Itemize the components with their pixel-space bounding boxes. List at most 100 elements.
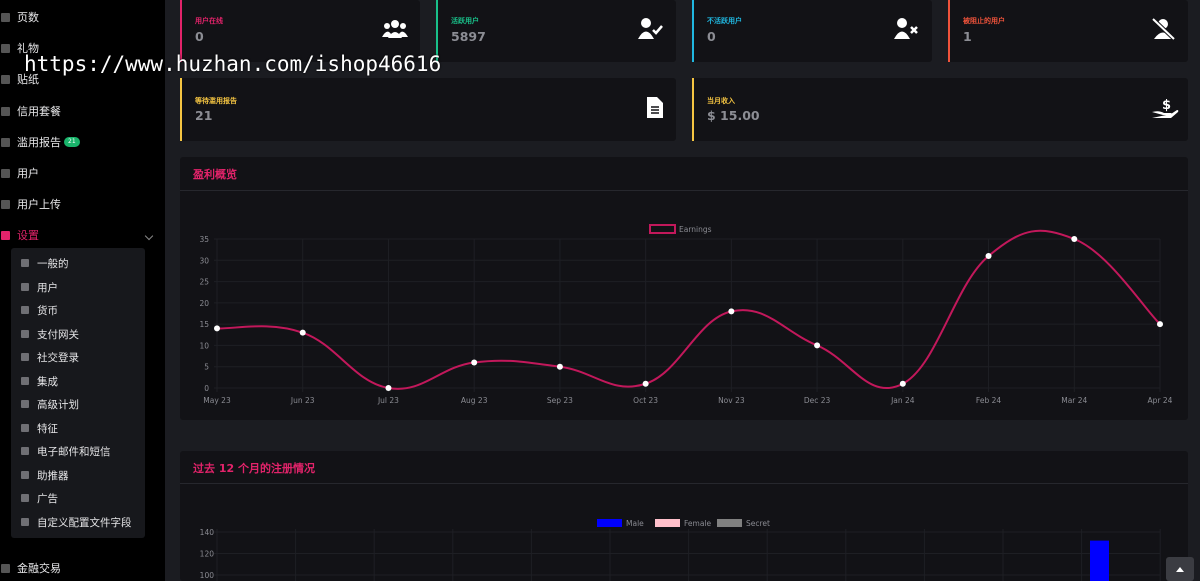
data-point	[385, 385, 392, 391]
sidebar-item-transactions[interactable]: 金融交易	[0, 557, 61, 579]
submenu-item-label: 特征	[37, 422, 58, 435]
svg-text:$: $	[1162, 98, 1171, 113]
data-point	[299, 329, 306, 336]
card-label: 被阻止的用户	[963, 17, 1005, 25]
card-value: $ 15.00	[707, 108, 760, 123]
sidebar-item-label: 信用套餐	[17, 105, 61, 118]
submenu-item-custom-profile-fields[interactable]: 自定义配置文件字段	[21, 512, 132, 532]
legend-swatch	[655, 519, 680, 527]
card-value: 5897	[451, 29, 486, 44]
y-tick-label: 5	[204, 363, 209, 372]
sidebar-item-label: 用户上传	[17, 198, 61, 211]
legend-swatch	[717, 519, 742, 527]
legend-label: Secret	[746, 519, 770, 528]
abuse-count-badge: 21	[64, 137, 80, 147]
submenu-item-label: 广告	[37, 492, 58, 505]
gift-icon	[1, 43, 10, 53]
data-point	[899, 380, 906, 387]
submenu-item-users[interactable]: 用户	[21, 277, 58, 297]
data-point	[728, 308, 735, 315]
submenu-item-label: 自定义配置文件字段	[37, 516, 132, 529]
data-point	[1071, 236, 1078, 242]
card-accent	[692, 78, 694, 141]
data-point	[814, 342, 821, 349]
card-value: 1	[963, 29, 972, 44]
submenu-item-label: 社交登录	[37, 351, 79, 364]
sidebar-item-users[interactable]: 用户	[0, 162, 39, 184]
submenu-item-label: 电子邮件和短信	[37, 445, 111, 458]
chevron-down-icon[interactable]	[144, 231, 154, 241]
hand-dollar-icon: $	[1151, 97, 1179, 122]
sidebar-item-user-uploads[interactable]: 用户上传	[0, 193, 61, 215]
user-check-icon	[638, 18, 664, 43]
submenu-item-features[interactable]: 特征	[21, 418, 58, 438]
user-slash-icon	[1150, 17, 1176, 43]
x-tick-label: Apr 24	[1148, 396, 1173, 405]
y-tick-label: 25	[199, 278, 209, 287]
submenu-item-social-login[interactable]: 社交登录	[21, 347, 79, 367]
submenu-item-label: 助推器	[37, 469, 69, 482]
sidebar-item-abuse-reports[interactable]: 滥用报告 21	[0, 131, 80, 153]
sidebar-item-credit-packages[interactable]: 信用套餐	[0, 100, 61, 122]
sidebar: 页数 礼物 贴纸 信用套餐 滥用报告 21 用户 用户上传 设置 一般的 用户 货…	[0, 0, 165, 581]
file-icon	[1, 12, 10, 22]
registrations-panel: 过去 12 个月的注册情况 100 120 140 Male Female Secret	[180, 451, 1188, 581]
submenu-item-label: 货币	[37, 304, 58, 317]
money-icon	[21, 306, 29, 314]
y-tick-label: 140	[200, 528, 215, 537]
watermark-text: https://www.huzhan.com/ishop46616	[24, 52, 442, 76]
rocket-icon	[21, 471, 29, 479]
sidebar-item-label: 滥用报告	[17, 136, 61, 149]
flag-icon	[1, 137, 10, 147]
submenu-item-label: 集成	[37, 375, 58, 388]
list-icon	[21, 424, 29, 432]
stat-card-pending-abuse-reports: 等待滥用报告 21	[180, 78, 676, 141]
submenu-item-label: 用户	[37, 281, 58, 294]
sidebar-item-settings[interactable]: 设置	[0, 224, 39, 246]
legend-label: Earnings	[679, 225, 712, 234]
user-icon	[21, 283, 29, 291]
earnings-line-chart: 0 5 10 15 20 25 30 35 May 23 Jun 23 Jul 23 Aug 23 Se…	[199, 224, 1173, 405]
card-value: 21	[195, 108, 213, 123]
submenu-item-label: 支付网关	[37, 328, 79, 341]
x-tick-label: Nov 23	[718, 396, 745, 405]
legend-label: Female	[684, 519, 712, 528]
registrations-bar-chart: 100 120 140 Male Female Secret	[200, 519, 1161, 581]
data-point	[556, 363, 563, 370]
submenu-item-general[interactable]: 一般的	[21, 253, 69, 273]
submenu-item-boosters[interactable]: 助推器	[21, 465, 69, 485]
document-icon	[647, 97, 663, 121]
sidebar-item-label: 设置	[17, 229, 39, 242]
upload-icon	[1, 199, 10, 209]
y-tick-label: 30	[199, 256, 209, 265]
y-tick-label: 20	[199, 299, 209, 308]
y-tick-label: 100	[200, 571, 215, 580]
submenu-item-ads[interactable]: 广告	[21, 488, 58, 508]
scroll-to-top-button[interactable]	[1166, 557, 1194, 581]
card-label: 用户在线	[195, 17, 223, 25]
card-accent	[948, 0, 950, 62]
legend-label: Male	[626, 519, 644, 528]
x-tick-label: Dec 23	[804, 396, 831, 405]
card-value: 0	[707, 29, 716, 44]
submenu-item-premium-plans[interactable]: 高级计划	[21, 394, 79, 414]
y-tick-label: 15	[199, 320, 209, 329]
mail-icon	[21, 447, 29, 455]
male-bar	[1090, 540, 1109, 581]
sidebar-item-label: 金融交易	[17, 562, 61, 575]
x-tick-label: Jul 23	[377, 396, 399, 405]
y-tick-label: 0	[204, 384, 209, 393]
submenu-item-integrations[interactable]: 集成	[21, 371, 58, 391]
x-tick-label: Sep 23	[547, 396, 573, 405]
sidebar-item-pages[interactable]: 页数	[0, 6, 39, 28]
stat-card-active-users: 活跃用户 5897	[436, 0, 676, 62]
users-icon	[1, 168, 10, 178]
card-label: 不活跃用户	[707, 17, 742, 25]
data-point	[642, 380, 649, 387]
submenu-item-payment-gateways[interactable]: 支付网关	[21, 324, 79, 344]
bank-icon	[1, 563, 10, 573]
submenu-item-email-sms[interactable]: 电子邮件和短信	[21, 441, 111, 461]
submenu-item-currency[interactable]: 货币	[21, 300, 58, 320]
submenu-item-label: 一般的	[37, 257, 69, 270]
card-label: 等待滥用报告	[195, 97, 237, 105]
